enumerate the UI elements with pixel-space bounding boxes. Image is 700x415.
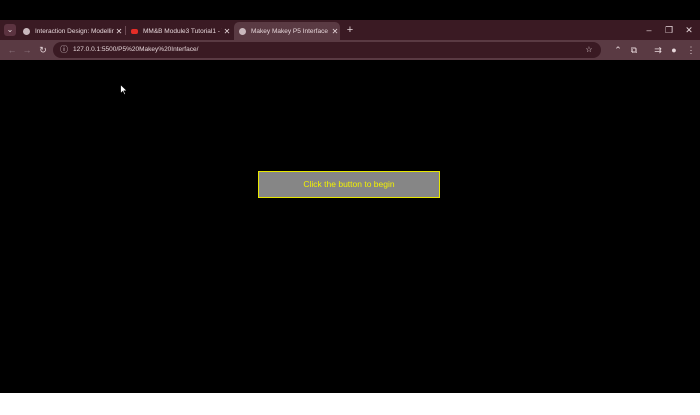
globe-icon xyxy=(239,27,246,35)
begin-button[interactable]: Click the button to begin xyxy=(258,171,440,198)
page-canvas: Click the button to begin xyxy=(0,60,700,393)
tab-title: MM&B Module3 Tutorial1 - You xyxy=(143,27,222,35)
tab-youtube-tutorial[interactable]: MM&B Module3 Tutorial1 - You ✕ xyxy=(126,22,232,40)
cast-icon[interactable]: ⇉ xyxy=(651,43,665,57)
tab-title: Interaction Design: Modelling xyxy=(35,27,114,35)
browser-toolbar: ← → ↻ ⓘ 127.0.0.1:5500/P5%20Makey%20Inte… xyxy=(0,40,700,60)
forward-arrow-icon[interactable]: → xyxy=(20,43,34,57)
maximize-button[interactable]: ❐ xyxy=(662,23,676,37)
profile-sync-icon[interactable]: ⌃ xyxy=(611,43,625,57)
address-bar[interactable]: ⓘ 127.0.0.1:5500/P5%20Makey%20Interface/… xyxy=(53,42,601,58)
browser-window: ⌄ Interaction Design: Modelling ✕ MM&B M… xyxy=(0,0,700,393)
close-icon[interactable]: ✕ xyxy=(222,27,232,36)
tab-makey-makey[interactable]: Makey Makey P5 Interface ✕ xyxy=(234,22,340,40)
close-icon[interactable]: ✕ xyxy=(330,27,340,36)
mouse-cursor-icon xyxy=(120,84,128,96)
url-text[interactable]: 127.0.0.1:5500/P5%20Makey%20Interface/ xyxy=(73,42,198,58)
window-close-button[interactable]: ✕ xyxy=(682,23,696,37)
back-arrow-icon[interactable]: ← xyxy=(5,43,19,57)
new-tab-button[interactable]: + xyxy=(344,23,356,37)
account-icon[interactable]: ● xyxy=(667,43,681,57)
bookmark-star-icon[interactable]: ☆ xyxy=(583,43,595,57)
reload-icon[interactable]: ↻ xyxy=(36,43,50,57)
extensions-icon[interactable]: ⧉ xyxy=(627,43,641,57)
youtube-icon xyxy=(131,28,138,34)
minimize-button[interactable]: – xyxy=(642,23,656,37)
site-info-icon[interactable]: ⓘ xyxy=(57,43,71,57)
menu-icon[interactable]: ⋮ xyxy=(684,43,698,57)
tab-title: Makey Makey P5 Interface xyxy=(251,27,328,35)
tab-search-button[interactable]: ⌄ xyxy=(4,24,16,36)
tab-interaction-design[interactable]: Interaction Design: Modelling ✕ xyxy=(18,22,124,40)
globe-icon xyxy=(23,27,30,35)
close-icon[interactable]: ✕ xyxy=(114,27,124,36)
tab-strip: ⌄ Interaction Design: Modelling ✕ MM&B M… xyxy=(0,20,700,40)
